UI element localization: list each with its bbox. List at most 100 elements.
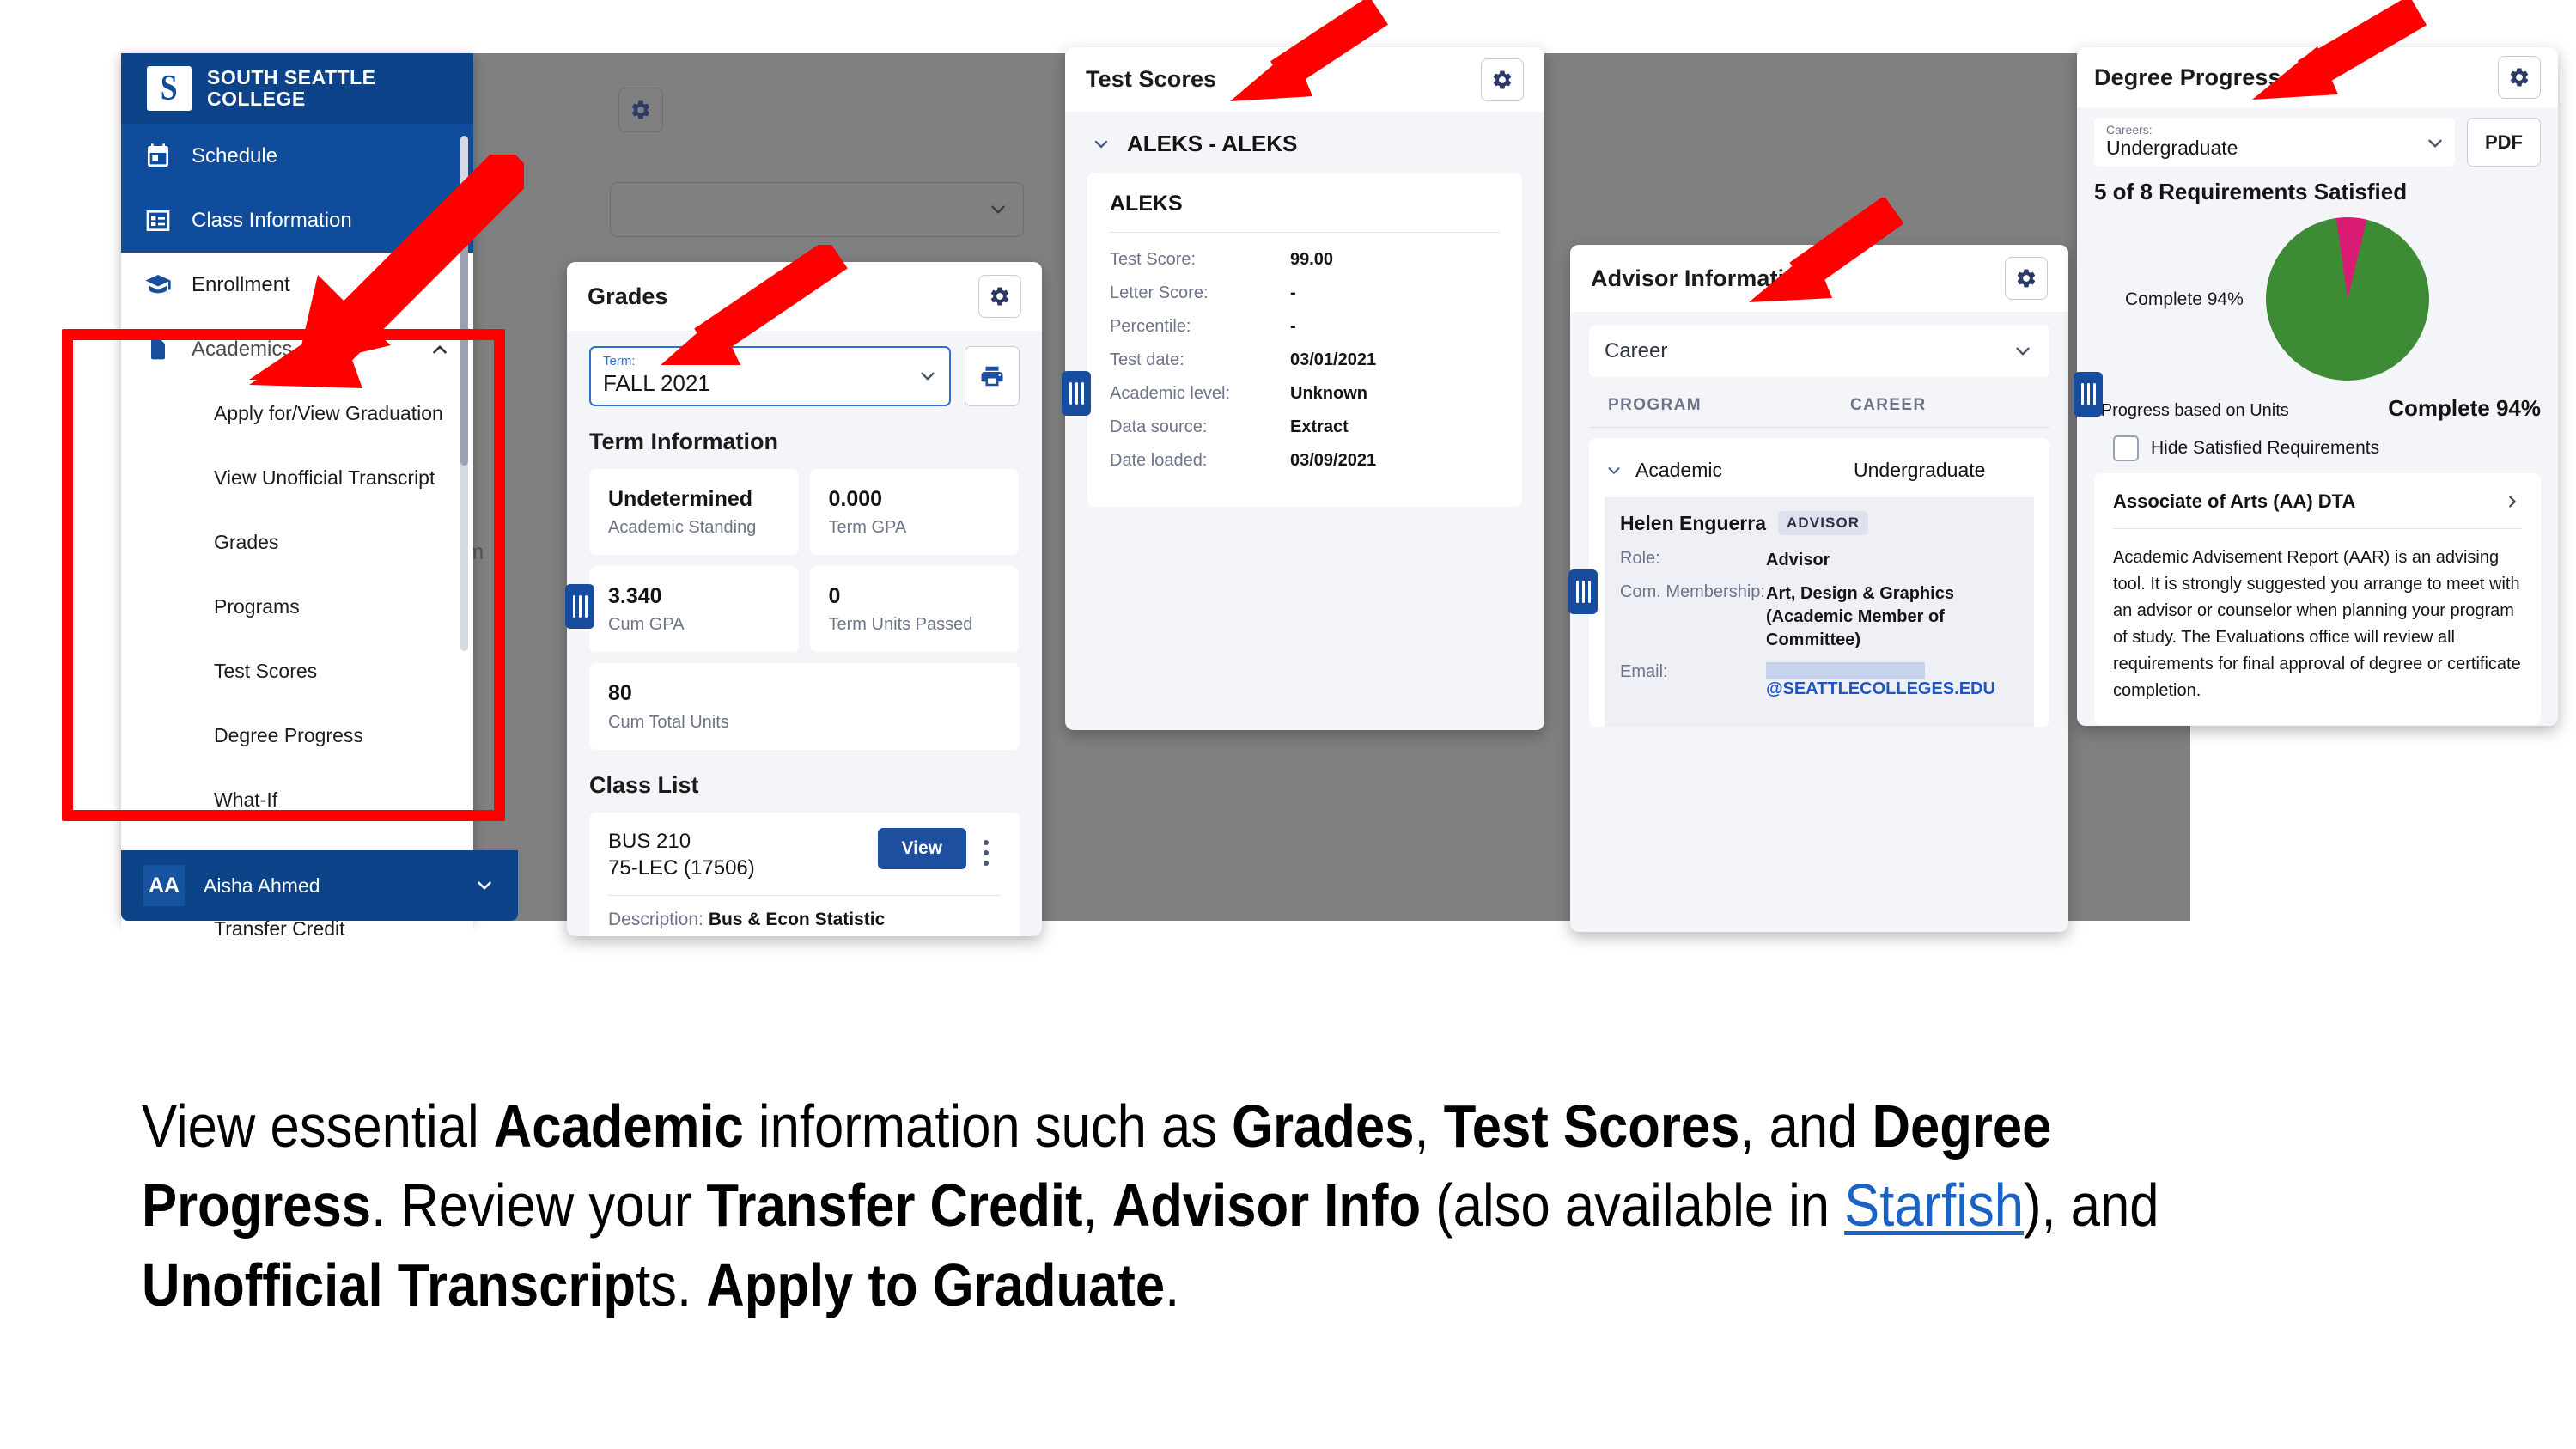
stat-value: 3.340 (608, 584, 662, 609)
term-select-label: Term: (603, 354, 636, 368)
divider (2113, 528, 2522, 529)
test-scores-settings-button[interactable] (1481, 58, 1524, 101)
term-select[interactable]: Term: FALL 2021 (589, 346, 951, 406)
degree-program-panel: Associate of Arts (AA) DTA Academic Advi… (2094, 473, 2541, 725)
class-list-item: BUS 210 75-LEC (17506) View Description:… (589, 812, 1020, 936)
grades-panel: Grades Term: FALL 2021 Term Information … (567, 262, 1042, 936)
stat-academic-standing: Undetermined Academic Standing (589, 468, 799, 556)
test-accordion-title: ALEKS - ALEKS (1127, 131, 1298, 156)
chevron-down-icon (2016, 347, 2030, 356)
term-controls: Term: FALL 2021 (589, 346, 1020, 406)
background-select[interactable] (610, 182, 1024, 237)
stat-cum-gpa: 3.340 Cum GPA (589, 566, 799, 653)
degree-panel-header: Degree Progress (2077, 47, 2558, 107)
class-identity: BUS 210 75-LEC (17506) (608, 828, 878, 881)
test-detail-row: Test date: 03/01/2021 (1110, 350, 1500, 370)
advisor-name-row: Helen Enguerra ADVISOR (1620, 511, 2019, 535)
caption-bold: Unofficial Transcrip (142, 1251, 636, 1318)
background-gear-button[interactable] (618, 88, 663, 132)
divider (1110, 232, 1500, 233)
row-value: 03/09/2021 (1290, 451, 1377, 470)
caption-part: ts. (636, 1251, 707, 1318)
degree-settings-button[interactable] (2498, 56, 2541, 99)
row-value: 03/01/2021 (1290, 350, 1377, 369)
committee-key: Com. Membership: (1620, 582, 1765, 601)
hide-satisfied-checkbox[interactable] (2113, 435, 2139, 461)
caption-part: . (1165, 1251, 1180, 1318)
printer-icon (981, 366, 1003, 387)
row-key: Test date: (1110, 350, 1184, 369)
chevron-down-icon (1608, 466, 1620, 474)
calendar-icon (143, 142, 173, 171)
program-row[interactable]: Academic Undergraduate (1605, 454, 2034, 497)
sidebar-item-label: Schedule (192, 143, 278, 167)
chevron-down-icon[interactable] (473, 874, 496, 897)
chevron-down-icon (921, 372, 935, 381)
gear-icon (2017, 269, 2036, 288)
stat-value: Undetermined (608, 486, 753, 511)
chevron-down-icon (2428, 139, 2442, 147)
row-value: - (1290, 283, 1296, 302)
advisor-detail-block: Helen Enguerra ADVISOR Role: Advisor Com… (1605, 497, 2034, 727)
sidebar-item-enrollment[interactable]: Enrollment (121, 253, 473, 317)
program-value: Academic (1635, 459, 1722, 481)
class-section: 75-LEC (17506) (608, 855, 755, 880)
row-key: Date loaded: (1110, 451, 1208, 470)
graduation-cap-icon (143, 271, 173, 300)
user-profile-row[interactable]: AA Aisha Ahmed (121, 850, 518, 921)
user-name: Aisha Ahmed (204, 874, 320, 897)
stat-label: Cum GPA (608, 615, 685, 635)
stat-cum-total-units: 80 Cum Total Units (589, 663, 1020, 750)
stat-value: 0.000 (828, 486, 883, 511)
caption-part: , (1082, 1172, 1112, 1239)
stat-term-units-passed: 0 Term Units Passed (809, 566, 1019, 653)
class-more-menu-button[interactable] (971, 828, 1001, 866)
pdf-button[interactable]: PDF (2467, 118, 2541, 167)
degree-progress-panel: Degree Progress Careers: Undergraduate P… (2077, 47, 2558, 726)
test-detail-row: Data source: Extract (1110, 417, 1500, 437)
chevron-down-icon[interactable] (429, 210, 451, 232)
test-detail-row: Percentile: - (1110, 317, 1500, 337)
print-button[interactable] (965, 346, 1020, 406)
test-detail-row: Test Score: 99.00 (1110, 250, 1500, 270)
logo-text: SOUTH SEATTLE COLLEGE (207, 67, 375, 110)
program-header[interactable]: Associate of Arts (AA) DTA (2113, 490, 2522, 513)
row-value: Unknown (1290, 384, 1367, 403)
program-name: Associate of Arts (AA) DTA (2113, 490, 2356, 512)
degree-drag-handle[interactable] (2074, 372, 2103, 417)
email-value[interactable]: @SEATTLECOLLEGES.EDU (1766, 662, 2019, 699)
grades-drag-handle[interactable] (565, 584, 594, 629)
hide-satisfied-requirements-row[interactable]: Hide Satisfied Requirements (2094, 435, 2541, 461)
view-class-button[interactable]: View (877, 827, 966, 869)
advisor-drag-handle[interactable] (1568, 569, 1598, 614)
panel-title: Test Scores (1086, 66, 1217, 92)
status-badge: ADVISOR (1778, 511, 1869, 535)
sidebar-item-schedule[interactable]: Schedule (121, 124, 473, 188)
caption-text: View essential Academic information such… (142, 1087, 2183, 1324)
highlight-rectangle (62, 329, 505, 821)
caption-part: , and (1739, 1093, 1873, 1160)
logo-line-1: SOUTH SEATTLE (207, 66, 376, 89)
committee-value: Art, Design & Graphics (Academic Member … (1766, 584, 1954, 649)
advisor-settings-button[interactable] (2005, 257, 2048, 300)
advisor-name: Helen Enguerra (1620, 511, 1766, 534)
starfish-link[interactable]: Starfish (1844, 1172, 2024, 1239)
stat-label: Academic Standing (608, 518, 757, 538)
chevron-down-icon (1094, 140, 1108, 148)
career-select[interactable]: Career (1589, 326, 2049, 377)
grades-settings-button[interactable] (978, 275, 1021, 318)
column-header-career: CAREER (1850, 396, 1927, 414)
chevron-right-icon (2509, 496, 2516, 508)
gear-icon (1493, 70, 1512, 88)
stat-value: 0 (828, 584, 841, 609)
test-scores-drag-handle[interactable] (1062, 371, 1091, 416)
test-accordion-header[interactable]: ALEKS - ALEKS (1087, 112, 1522, 173)
stat-value: 80 (608, 681, 632, 706)
sidebar-item-label: Class Information (192, 208, 352, 232)
advisor-email-row: Email: @SEATTLECOLLEGES.EDU (1620, 662, 2019, 699)
sidebar-item-class-information[interactable]: Class Information (121, 188, 473, 253)
careers-select[interactable]: Careers: Undergraduate (2094, 118, 2455, 167)
email-key: Email: (1620, 662, 1668, 681)
description-key: Description: (608, 910, 703, 930)
pie-chart-label: Complete 94% (2125, 289, 2244, 309)
